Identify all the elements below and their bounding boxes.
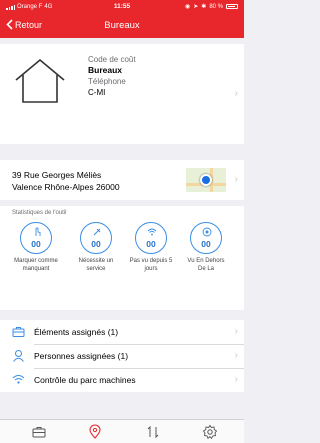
briefcase-icon[interactable] xyxy=(31,424,47,440)
list-item-fleet-control[interactable]: Contrôle du parc machines › xyxy=(0,368,244,392)
chevron-right-icon: › xyxy=(234,326,238,337)
stat-service[interactable]: 00 Nécessite un service xyxy=(74,222,118,273)
stat-missing[interactable]: 00 Marquer comme manquant xyxy=(14,222,58,273)
wifi-icon xyxy=(147,228,157,236)
stat-caption: Vu En Dehors De La xyxy=(187,258,225,272)
map-pin-icon[interactable] xyxy=(87,424,103,440)
stat-caption: Pas vu depuis 5 jours xyxy=(129,258,173,272)
target-icon xyxy=(202,227,212,237)
address-text: 39 Rue Georges Méliès Valence Rhône-Alpe… xyxy=(12,169,120,193)
stat-circle: 00 xyxy=(135,222,167,254)
settings-icon[interactable] xyxy=(202,424,218,440)
stat-circle: 00 xyxy=(80,222,112,254)
list-item-assigned-people[interactable]: Personnes assignées (1) › xyxy=(0,344,244,368)
wifi-icon xyxy=(12,375,25,384)
map-thumbnail[interactable] xyxy=(186,168,226,192)
location-name: Bureaux xyxy=(88,65,123,75)
bluetooth-icon: ✱ xyxy=(201,4,207,10)
location-icon: ➤ xyxy=(193,4,199,10)
list-item-label: Personnes assignées (1) xyxy=(34,351,129,361)
stat-circle: 00 xyxy=(20,222,52,254)
battery-icon xyxy=(226,4,238,9)
page-title: Bureaux xyxy=(104,20,140,31)
location-code: C-MI xyxy=(88,88,106,97)
address-line2: Valence Rhône-Alpes 26000 xyxy=(12,182,120,192)
battery-percent: 80 % xyxy=(209,3,223,10)
stat-caption: Nécessite un service xyxy=(78,258,114,272)
alarm-icon: ◉ xyxy=(185,4,191,10)
tab-bar xyxy=(0,419,244,443)
transfer-icon[interactable] xyxy=(145,424,161,440)
stat-value: 00 xyxy=(146,239,156,249)
chevron-right-icon: › xyxy=(234,88,238,99)
stats-title: Statistiques de l'outil xyxy=(12,210,67,216)
stat-caption: Marquer comme manquant xyxy=(14,258,58,272)
house-icon xyxy=(15,58,65,103)
chevron-right-icon: › xyxy=(234,350,238,361)
navigation-bar: Retour Bureaux xyxy=(0,14,244,38)
stat-circle: 00 xyxy=(190,222,222,254)
tool-statistics: Statistiques de l'outil 00 Marquer comme… xyxy=(0,206,244,310)
cost-code-label: Code de coût xyxy=(88,55,136,64)
stat-value: 00 xyxy=(91,239,101,249)
address-line1: 39 Rue Georges Méliès xyxy=(12,170,102,180)
detail-list: Éléments assignés (1) › Personnes assign… xyxy=(0,320,244,392)
hand-pointer-icon xyxy=(35,227,41,236)
list-item-assigned-elements[interactable]: Éléments assignés (1) › xyxy=(0,320,244,344)
location-details: Code de coût Bureaux Téléphone C-MI xyxy=(88,54,136,98)
chevron-right-icon: › xyxy=(234,374,238,385)
location-header[interactable]: Code de coût Bureaux Téléphone C-MI › xyxy=(0,44,244,144)
briefcase-icon xyxy=(12,327,25,337)
stat-value: 00 xyxy=(31,239,41,249)
map-pin-icon xyxy=(200,174,212,186)
list-item-label: Contrôle du parc machines xyxy=(34,375,136,385)
stat-value: 00 xyxy=(201,239,211,249)
status-icons: ◉ ➤ ✱ 80 % xyxy=(185,3,238,10)
list-item-label: Éléments assignés (1) xyxy=(34,327,119,337)
status-bar: Orange F 4G 11:55 ◉ ➤ ✱ 80 % xyxy=(0,0,244,14)
stat-not-seen[interactable]: 00 Pas vu depuis 5 jours xyxy=(129,222,173,273)
phone-label: Téléphone xyxy=(88,77,126,86)
stat-outside[interactable]: 00 Vu En Dehors De La xyxy=(184,222,228,273)
chevron-right-icon: › xyxy=(234,174,238,185)
person-icon xyxy=(13,350,24,362)
address-row[interactable]: 39 Rue Georges Méliès Valence Rhône-Alpe… xyxy=(0,160,244,200)
wrench-icon xyxy=(93,228,101,236)
